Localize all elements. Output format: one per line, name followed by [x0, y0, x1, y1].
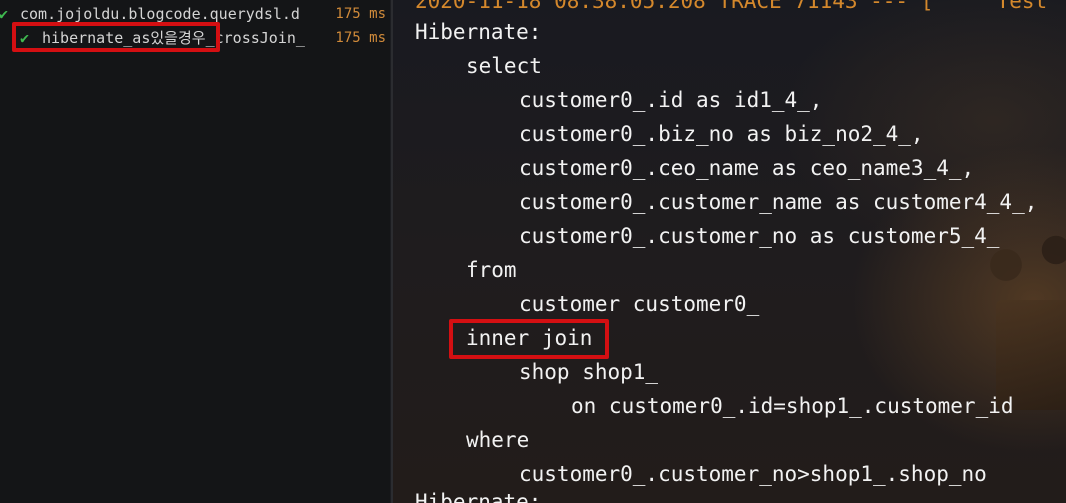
sql-line: on customer0_.id=shop1_.customer_id [571, 394, 1014, 418]
test-duration: 175 ms [335, 6, 386, 22]
sql-line: from [466, 258, 517, 282]
sql-line: Hibernate: [415, 490, 542, 503]
sql-line: customer0_.biz_no as biz_no2_4_, [519, 122, 924, 146]
sql-line: customer0_.customer_no>shop1_.shop_no [519, 462, 987, 486]
sql-line: Hibernate: [415, 20, 542, 44]
console-output: 2020-11-18 08:38:05.208 TRACE 71143 --- … [393, 0, 1066, 503]
highlight-box-inner-join [449, 319, 609, 359]
sql-line: select [466, 54, 542, 78]
sql-line: customer0_.ceo_name as ceo_name3_4_, [519, 156, 975, 180]
sql-line: customer customer0_ [519, 292, 760, 316]
test-duration: 175 ms [335, 30, 386, 46]
sql-line: customer0_.id as id1_4_, [519, 88, 823, 112]
sql-line: customer0_.customer_no as customer5_4_ [519, 224, 1000, 248]
log-header-line: 2020-11-18 08:38:05.208 TRACE 71143 --- … [415, 0, 1048, 13]
test-results-panel: ✔ com.jojoldu.blogcode.querydsl.d 175 ms… [0, 0, 390, 503]
check-icon: ✔ [0, 5, 9, 23]
highlight-box-test [12, 22, 220, 52]
sql-line: where [466, 428, 530, 452]
sql-line: customer0_.customer_name as customer4_4_… [519, 190, 1038, 214]
sql-line: shop shop1_ [519, 360, 659, 384]
